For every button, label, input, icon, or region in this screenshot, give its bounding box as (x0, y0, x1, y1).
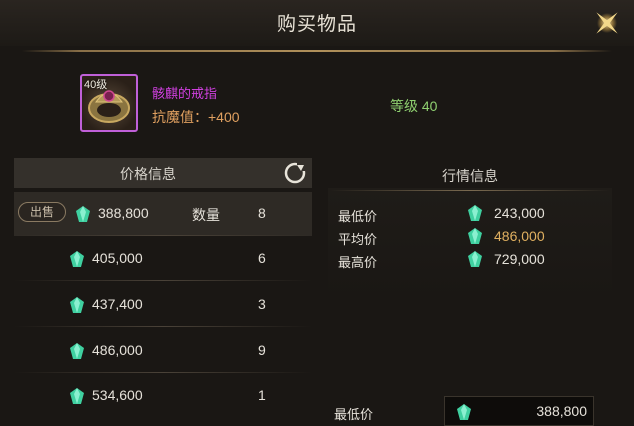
green-gem-icon (76, 206, 90, 222)
item-stat: 抗魔值：+400 (152, 109, 240, 125)
quantity-value: 1 (258, 387, 266, 403)
price-value: 388,800 (98, 205, 149, 221)
item-name: 骸麒的戒指 (152, 86, 218, 101)
market-panel-title: 行情信息 (442, 168, 498, 184)
price-row[interactable]: 405,000 6 (14, 237, 312, 281)
green-gem-icon (70, 343, 84, 359)
row-divider (14, 280, 312, 281)
market-max-value: 729,000 (494, 251, 545, 267)
item-level-badge: 40级 (84, 79, 108, 91)
quantity-value: 9 (258, 342, 266, 358)
row-divider (14, 326, 312, 327)
green-gem-icon (468, 251, 482, 267)
market-panel-header: 行情信息 (328, 160, 612, 188)
row-divider (14, 372, 312, 373)
market-avg-value: 486,000 (494, 228, 545, 244)
close-star-icon[interactable] (590, 6, 624, 40)
title-divider (22, 50, 612, 52)
item-slot[interactable]: 40级 (80, 74, 138, 132)
bottom-price-value: 388,800 (536, 403, 587, 419)
green-gem-icon (70, 388, 84, 404)
row-divider (14, 235, 312, 236)
price-row[interactable]: 534,600 1 (14, 374, 312, 418)
price-value: 437,400 (92, 296, 143, 312)
quantity-value: 8 (258, 205, 266, 221)
market-divider (330, 190, 610, 191)
price-row[interactable]: 出售 388,800 数量 8 (14, 192, 312, 236)
price-value: 486,000 (92, 342, 143, 358)
price-value: 534,600 (92, 387, 143, 403)
item-level-requirement: 等级 40 (390, 98, 438, 114)
quantity-value: 3 (258, 296, 266, 312)
quantity-value: 6 (258, 250, 266, 266)
price-row[interactable]: 437,400 3 (14, 283, 312, 327)
price-panel-header: 价格信息 (14, 158, 312, 188)
sell-button[interactable]: 出售 (18, 202, 66, 222)
green-gem-icon (457, 404, 471, 420)
price-value: 405,000 (92, 250, 143, 266)
green-gem-icon (468, 205, 482, 221)
market-min-label: 最低价 (338, 209, 378, 224)
market-avg-label: 平均价 (338, 232, 378, 247)
market-max-label: 最高价 (338, 255, 378, 270)
green-gem-icon (468, 228, 482, 244)
title-bar: 购买物品 (0, 0, 634, 46)
price-panel-title: 价格信息 (120, 166, 176, 182)
green-gem-icon (70, 251, 84, 267)
page-title: 购买物品 (276, 14, 357, 35)
market-min-value: 243,000 (494, 205, 545, 221)
green-gem-icon (70, 297, 84, 313)
price-row[interactable]: 486,000 9 (14, 329, 312, 373)
refresh-icon[interactable] (284, 162, 306, 184)
quantity-label: 数量 (192, 207, 220, 223)
bottom-min-label: 最低价 (334, 407, 374, 422)
